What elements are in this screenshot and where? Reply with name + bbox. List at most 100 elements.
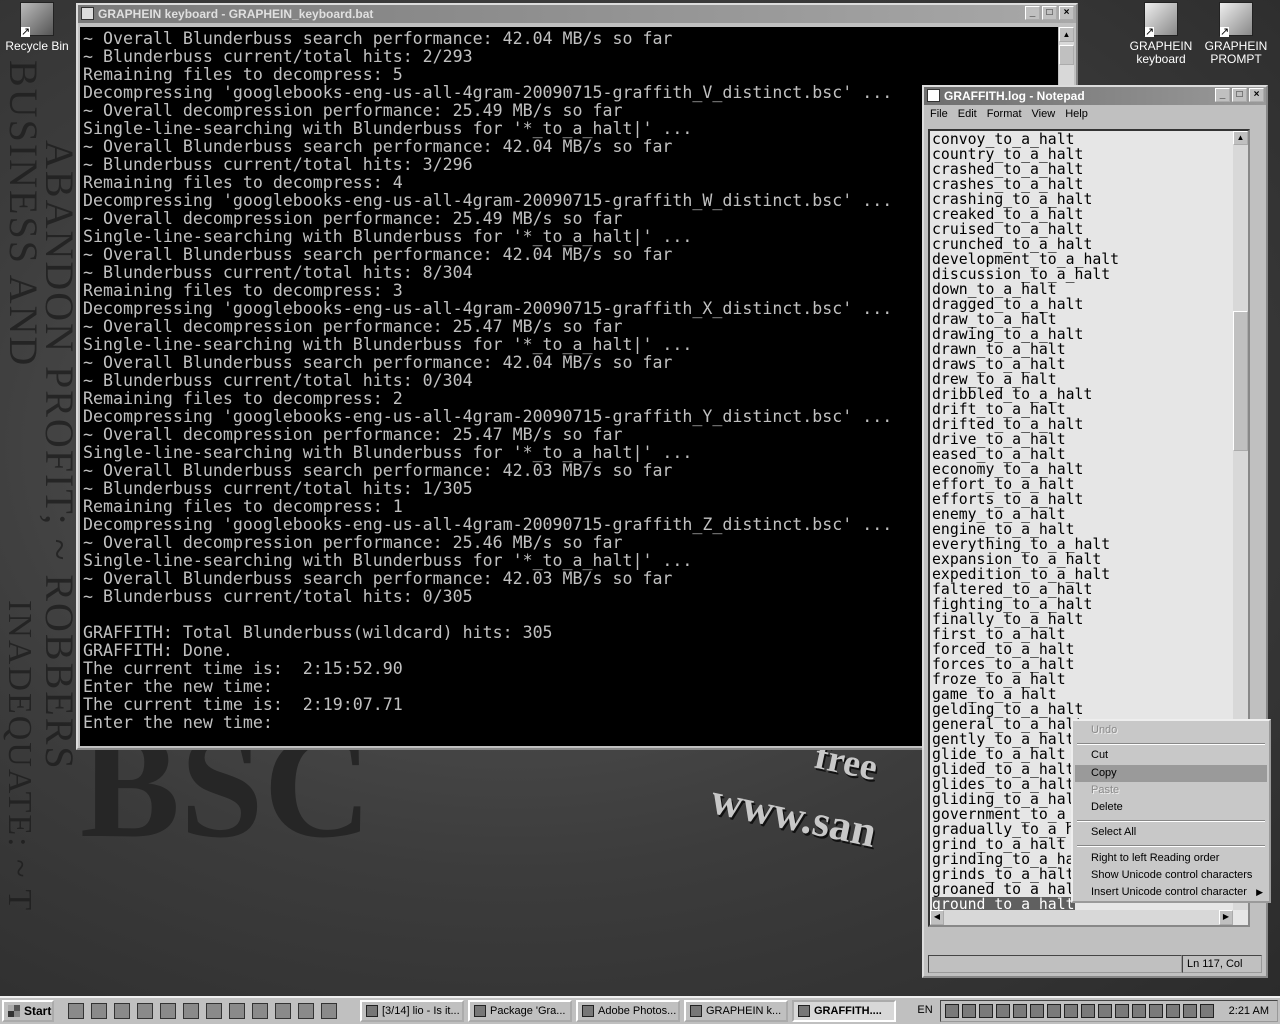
system-tray: 2:21 AM xyxy=(940,1000,1278,1022)
notepad-statusbar: Ln 117, Col xyxy=(928,955,1262,973)
menu-separator xyxy=(1077,845,1265,847)
tray-icon[interactable] xyxy=(1030,1004,1044,1018)
console-titlebar[interactable]: GRAPHEIN keyboard - GRAPHEIN_keyboard.ba… xyxy=(78,5,1076,23)
scroll-left-arrow-icon[interactable]: ◀ xyxy=(930,910,944,925)
menu-item-select-all[interactable]: Select All xyxy=(1075,824,1267,841)
notepad-horizontal-scrollbar[interactable]: ◀ ▶ xyxy=(930,910,1233,925)
tray-icon[interactable] xyxy=(1183,1004,1197,1018)
console-output[interactable]: ~ Overall Blunderbuss search performance… xyxy=(80,27,1058,746)
console-line: Decompressing 'googlebooks-eng-us-all-4g… xyxy=(83,83,893,102)
notepad-titlebar[interactable]: GRAFFITH.log - Notepad _ □ × xyxy=(924,87,1266,105)
quicklaunch-app-icon[interactable] xyxy=(160,1003,176,1019)
desktop-icon-label: GRAPHEIN xyxy=(1204,39,1268,53)
tray-icon[interactable] xyxy=(1098,1004,1112,1018)
minimize-button[interactable]: _ xyxy=(1215,88,1230,102)
menu-item-delete[interactable]: Delete xyxy=(1075,799,1267,816)
menu-item-paste[interactable]: Paste xyxy=(1075,782,1267,799)
console-line: ~ Overall decompression performance: 25.… xyxy=(83,533,623,552)
menu-edit[interactable]: Edit xyxy=(958,105,977,123)
tray-icon[interactable] xyxy=(1013,1004,1027,1018)
menu-item-show-unicode[interactable]: Show Unicode control characters xyxy=(1075,867,1267,884)
console-line: ~ Overall Blunderbuss search performance… xyxy=(83,29,673,48)
log-line[interactable]: growth_to_a_halt xyxy=(932,926,1075,927)
console-line: Remaining files to decompress: 5 xyxy=(83,65,403,84)
menu-item-copy[interactable]: Copy xyxy=(1075,765,1267,782)
quicklaunch-app-icon[interactable] xyxy=(114,1003,130,1019)
quicklaunch-browser-icon[interactable] xyxy=(68,1003,84,1019)
quicklaunch-console-icon[interactable] xyxy=(321,1003,337,1019)
scroll-up-arrow-icon[interactable]: ▲ xyxy=(1059,27,1074,42)
menu-file[interactable]: File xyxy=(930,105,948,123)
quicklaunch-az-icon[interactable] xyxy=(229,1003,245,1019)
taskbar-button[interactable]: Adobe Photos... xyxy=(576,1000,680,1022)
tray-icon[interactable] xyxy=(1047,1004,1061,1018)
recycle-bin-icon[interactable]: Recycle Bin xyxy=(0,2,74,53)
wallpaper-text: INADEQUATE: ~ T xyxy=(1,600,38,913)
maximize-button[interactable]: □ xyxy=(1042,6,1057,20)
taskbar-button[interactable]: [3/14] lio - Is it... xyxy=(360,1000,464,1022)
quicklaunch-app-icon[interactable] xyxy=(275,1003,291,1019)
console-line: ~ Overall decompression performance: 25.… xyxy=(83,101,623,120)
console-line: Decompressing 'googlebooks-eng-us-all-4g… xyxy=(83,191,893,210)
scrollbar-thumb[interactable] xyxy=(1233,311,1248,451)
quicklaunch-app-icon[interactable] xyxy=(206,1003,222,1019)
scroll-right-arrow-icon[interactable]: ▶ xyxy=(1219,910,1233,925)
tray-icon[interactable] xyxy=(962,1004,976,1018)
console-line: ~ Blunderbuss current/total hits: 3/296 xyxy=(83,155,473,174)
notepad-menubar: File Edit Format View Help xyxy=(924,105,1266,123)
quicklaunch-app-icon[interactable] xyxy=(298,1003,314,1019)
start-button[interactable]: Start xyxy=(2,1000,54,1022)
tray-icon[interactable] xyxy=(1064,1004,1078,1018)
taskbar: Start [3/14] lio - Is it... Package 'Gra… xyxy=(0,996,1280,1024)
notepad-app-icon xyxy=(927,89,940,102)
console-line: Single-line-searching with Blunderbuss f… xyxy=(83,119,693,138)
menu-item-cut[interactable]: Cut xyxy=(1075,747,1267,764)
tray-icon[interactable] xyxy=(945,1004,959,1018)
status-position: Ln 117, Col xyxy=(1182,955,1262,973)
graphein-prompt-shortcut[interactable]: GRAPHEIN PROMPT xyxy=(1199,2,1273,66)
console-line: ~ Blunderbuss current/total hits: 8/304 xyxy=(83,263,473,282)
close-button[interactable]: × xyxy=(1249,88,1264,102)
maximize-button[interactable]: □ xyxy=(1232,88,1247,102)
scroll-up-arrow-icon[interactable]: ▲ xyxy=(1233,131,1248,145)
tray-icon[interactable] xyxy=(1166,1004,1180,1018)
minimize-button[interactable]: _ xyxy=(1025,6,1040,20)
quicklaunch-app-icon[interactable] xyxy=(183,1003,199,1019)
menu-view[interactable]: View xyxy=(1032,105,1056,123)
taskbar-button[interactable]: GRAPHEIN k... xyxy=(684,1000,788,1022)
quicklaunch-folder-icon[interactable] xyxy=(137,1003,153,1019)
menu-item-undo[interactable]: Undo xyxy=(1075,722,1267,739)
scrollbar-thumb[interactable] xyxy=(1059,45,1074,65)
console-line: ~ Blunderbuss current/total hits: 1/305 xyxy=(83,479,473,498)
quicklaunch-browser-icon[interactable] xyxy=(252,1003,268,1019)
clock[interactable]: 2:21 AM xyxy=(1229,1001,1269,1021)
tray-icon[interactable] xyxy=(1132,1004,1146,1018)
console-app-icon xyxy=(81,7,94,20)
graphein-keyboard-shortcut[interactable]: GRAPHEIN keyboard xyxy=(1124,2,1198,66)
tray-icon[interactable] xyxy=(996,1004,1010,1018)
close-button[interactable]: × xyxy=(1059,6,1074,20)
menu-format[interactable]: Format xyxy=(987,105,1022,123)
console-line: Decompressing 'googlebooks-eng-us-all-4g… xyxy=(83,515,893,534)
tray-icon[interactable] xyxy=(1149,1004,1163,1018)
menu-help[interactable]: Help xyxy=(1065,105,1088,123)
console-line: GRAFFITH: Total Blunderbuss(wildcard) hi… xyxy=(83,623,553,642)
quicklaunch-app-icon[interactable] xyxy=(91,1003,107,1019)
menu-item-rtl-reading-order[interactable]: Right to left Reading order xyxy=(1075,850,1267,867)
console-line: Remaining files to decompress: 4 xyxy=(83,173,403,192)
console-line: ~ Blunderbuss current/total hits: 0/304 xyxy=(83,371,473,390)
tray-icon[interactable] xyxy=(979,1004,993,1018)
taskbar-button[interactable]: Package 'Gra... xyxy=(468,1000,572,1022)
taskbar-button-active[interactable]: GRAFFITH.... xyxy=(792,1000,896,1022)
console-line: ~ Overall decompression performance: 25.… xyxy=(83,317,623,336)
tray-icon[interactable] xyxy=(1081,1004,1095,1018)
language-indicator[interactable]: EN xyxy=(911,1000,939,1022)
tray-icon[interactable] xyxy=(1200,1004,1214,1018)
tray-icon[interactable] xyxy=(1115,1004,1129,1018)
menu-item-insert-unicode[interactable]: Insert Unicode control character xyxy=(1075,884,1267,901)
status-blank xyxy=(928,955,1182,973)
console-line: Single-line-searching with Blunderbuss f… xyxy=(83,443,693,462)
console-line: ~ Overall Blunderbuss search performance… xyxy=(83,137,673,156)
submenu-arrow-icon: ▶ xyxy=(1256,887,1263,897)
context-menu: Undo Cut Copy Paste Delete Select All Ri… xyxy=(1071,719,1271,903)
